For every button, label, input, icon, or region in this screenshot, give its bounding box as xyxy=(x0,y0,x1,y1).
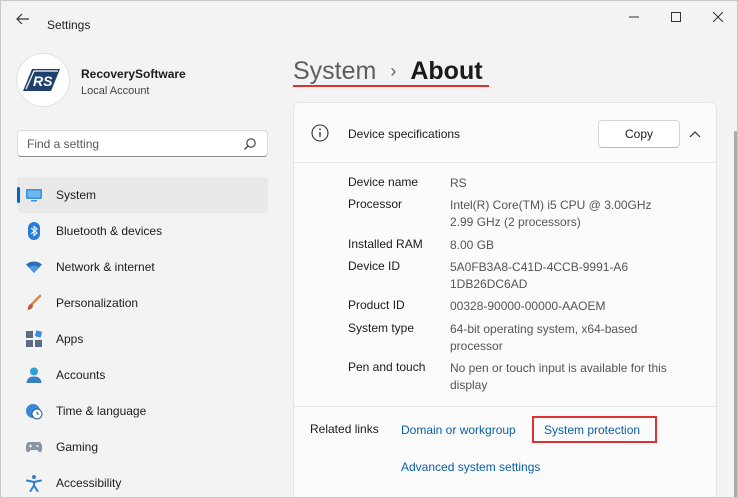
spec-value[interactable]: 8.00 GB xyxy=(450,237,680,254)
card-title: Device specifications xyxy=(348,127,461,141)
card-header[interactable]: Device specifications Copy xyxy=(294,103,716,163)
minimize-button[interactable] xyxy=(617,5,651,29)
advanced-system-settings-link[interactable]: Advanced system settings xyxy=(401,460,540,474)
sidebar-item-label: Bluetooth & devices xyxy=(56,224,163,238)
spec-label: System type xyxy=(348,321,415,335)
clock-globe-icon xyxy=(25,402,43,420)
account-type: Local Account xyxy=(81,85,150,97)
spec-value[interactable]: RS xyxy=(450,175,680,192)
person-icon xyxy=(25,366,43,384)
close-button[interactable] xyxy=(701,5,735,29)
spec-value[interactable]: 64-bit operating system, x64-based proce… xyxy=(450,321,665,355)
sidebar-item-accessibility[interactable]: Accessibility xyxy=(17,465,268,497)
sidebar-item-label: Accessibility xyxy=(56,476,122,490)
sidebar-item-bluetooth[interactable]: Bluetooth & devices xyxy=(17,213,268,249)
sidebar-item-network[interactable]: Network & internet xyxy=(17,249,268,285)
sidebar-item-label: Network & internet xyxy=(56,260,155,274)
search-box[interactable] xyxy=(17,130,268,157)
rs-logo-icon: RS xyxy=(23,69,60,91)
sidebar-item-label: Accounts xyxy=(56,368,106,382)
scrollbar[interactable] xyxy=(734,131,737,497)
related-links-section: Related links Domain or workgroup System… xyxy=(293,406,717,497)
gamepad-icon xyxy=(25,438,43,456)
sidebar-item-label: System xyxy=(56,188,97,202)
sidebar-item-label: Apps xyxy=(56,332,84,346)
apps-icon xyxy=(25,330,43,348)
sidebar-item-time-language[interactable]: Time & language xyxy=(17,393,268,429)
spec-label: Device ID xyxy=(348,259,401,273)
breadcrumb-parent[interactable]: System xyxy=(293,57,376,86)
chevron-up-icon xyxy=(689,131,701,138)
highlight-underline xyxy=(293,85,489,87)
sidebar-item-apps[interactable]: Apps xyxy=(17,321,268,357)
divider xyxy=(293,406,717,407)
avatar[interactable]: RS xyxy=(16,53,70,107)
info-icon xyxy=(311,124,329,142)
sidebar-item-accounts[interactable]: Accounts xyxy=(17,357,268,393)
collapse-button[interactable] xyxy=(686,125,704,143)
breadcrumb: System › About xyxy=(293,55,483,87)
related-links-label: Related links xyxy=(310,422,379,436)
spec-value[interactable]: 5A0FB3A8-C41D-4CCB-9991-A61DB26DC6AD xyxy=(450,259,630,293)
device-specifications-card: Device specifications Copy Device name R… xyxy=(293,102,717,412)
brush-icon xyxy=(25,294,43,312)
wifi-icon xyxy=(25,258,43,276)
copy-button[interactable]: Copy xyxy=(598,120,680,148)
back-button[interactable] xyxy=(11,9,35,29)
sidebar-item-label: Time & language xyxy=(56,404,147,418)
maximize-button[interactable] xyxy=(659,5,693,29)
breadcrumb-separator: › xyxy=(390,60,397,81)
search-input[interactable] xyxy=(18,131,238,156)
title-bar: Settings xyxy=(1,1,737,35)
settings-window: Settings RS RecoverySoftware Local Accou… xyxy=(0,0,738,498)
app-title: Settings xyxy=(47,18,91,32)
spec-value[interactable]: Intel(R) Core(TM) i5 CPU @ 3.00GHz 2.99 … xyxy=(450,197,660,231)
spec-label: Product ID xyxy=(348,298,405,312)
spec-value[interactable]: 00328-90000-00000-AAOEM xyxy=(450,298,680,315)
domain-workgroup-link[interactable]: Domain or workgroup xyxy=(401,423,516,437)
accessibility-icon xyxy=(25,474,43,492)
spec-label: Installed RAM xyxy=(348,237,423,251)
sidebar-item-personalization[interactable]: Personalization xyxy=(17,285,268,321)
account-name: RecoverySoftware xyxy=(81,67,186,81)
spec-label: Pen and touch xyxy=(348,360,426,374)
back-arrow-icon xyxy=(16,13,29,25)
search-icon[interactable] xyxy=(243,137,257,151)
sidebar-item-label: Personalization xyxy=(56,296,139,310)
spec-label: Device name xyxy=(348,175,419,189)
page-title: About xyxy=(410,56,483,85)
sidebar-item-gaming[interactable]: Gaming xyxy=(17,429,268,465)
sidebar-item-label: Gaming xyxy=(56,440,99,454)
minimize-icon xyxy=(629,16,639,18)
close-icon xyxy=(713,12,723,22)
sidebar-item-system[interactable]: System xyxy=(17,177,268,213)
maximize-icon xyxy=(671,12,681,22)
monitor-icon xyxy=(25,186,43,204)
spec-value[interactable]: No pen or touch input is available for t… xyxy=(450,360,675,394)
system-protection-link[interactable]: System protection xyxy=(544,423,640,437)
svg-text:RS: RS xyxy=(33,73,53,89)
spec-label: Processor xyxy=(348,197,403,211)
sidebar-nav: System Bluetooth & devices Network & int… xyxy=(17,177,268,497)
bluetooth-icon xyxy=(25,222,43,240)
